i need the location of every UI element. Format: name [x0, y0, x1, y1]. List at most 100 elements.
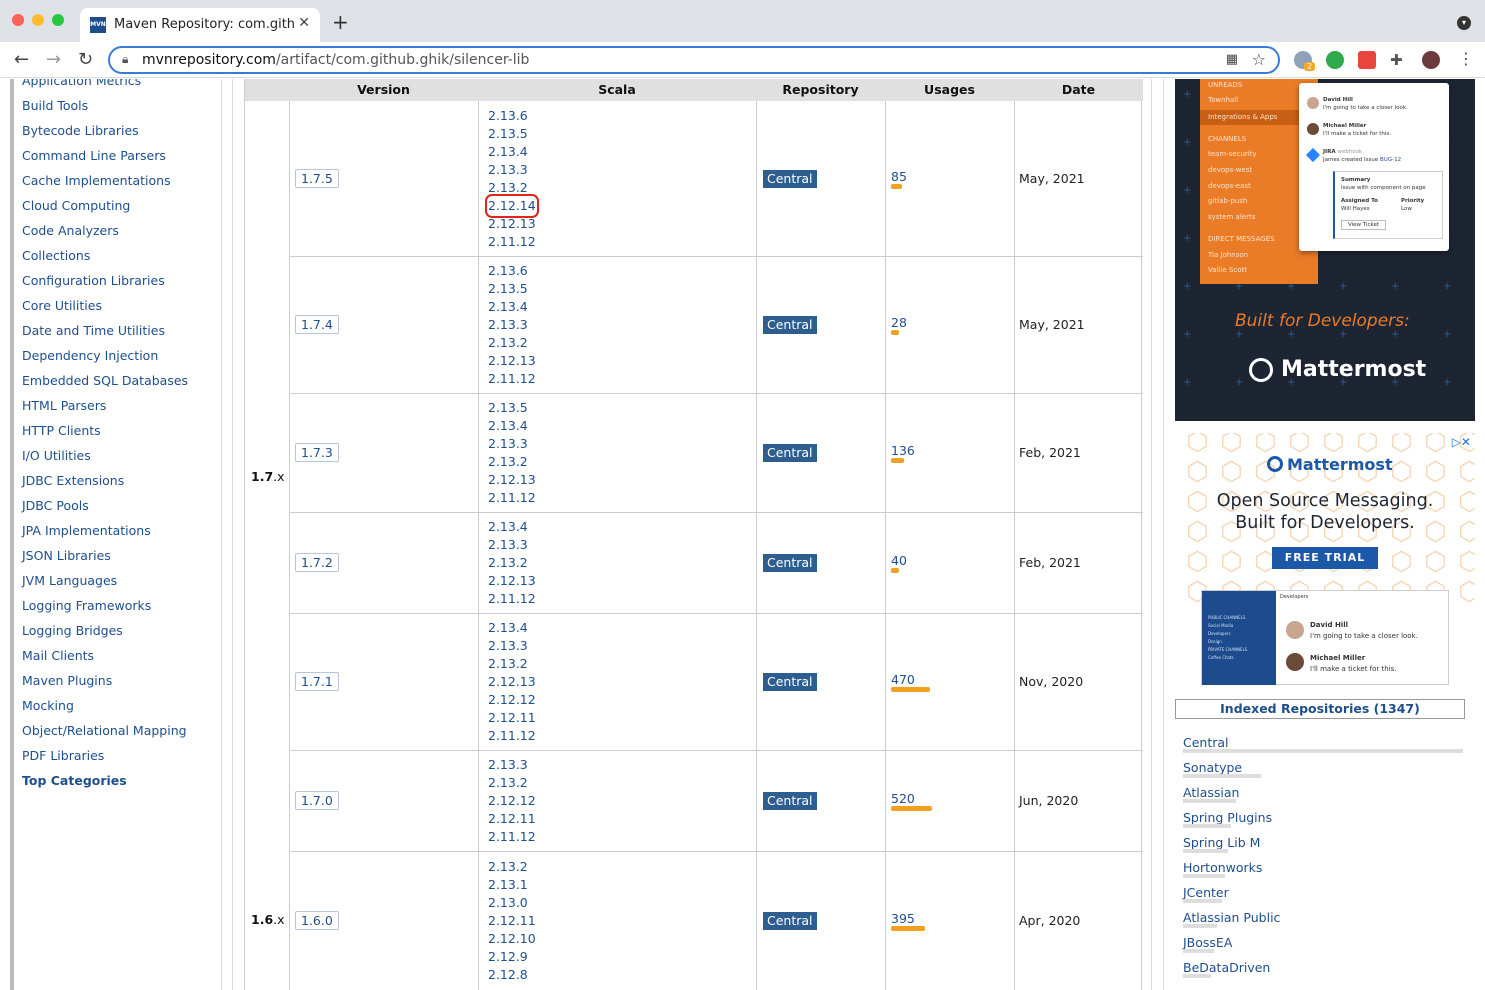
sidebar-item[interactable]: Collections [22, 248, 90, 263]
scala-version-link[interactable]: 2.13.2 [488, 655, 528, 673]
scala-version-link[interactable]: 2.13.3 [488, 637, 528, 655]
repository-link[interactable]: Spring Lib M [1183, 835, 1260, 850]
sidebar-item[interactable]: Command Line Parsers [22, 148, 166, 163]
sidebar-item[interactable]: Maven Plugins [22, 673, 112, 688]
scala-version-link[interactable]: 2.13.3 [488, 161, 528, 179]
scala-version-link[interactable]: 2.13.3 [488, 316, 528, 334]
evernote-extension-icon[interactable] [1326, 51, 1344, 69]
scala-version-link[interactable]: 2.11.12 [488, 489, 536, 507]
scala-version-link[interactable]: 2.13.4 [488, 518, 528, 536]
sidebar-item[interactable]: Configuration Libraries [22, 273, 165, 288]
usages-link[interactable]: 28 [891, 315, 907, 330]
usages-link[interactable]: 470 [891, 672, 915, 687]
repository-link[interactable]: Atlassian [1183, 785, 1239, 800]
repository-badge[interactable]: Central [763, 170, 817, 188]
repository-badge[interactable]: Central [763, 444, 817, 462]
scala-version-link[interactable]: 2.13.0 [488, 894, 528, 912]
scala-version-link[interactable]: 2.11.12 [488, 828, 536, 846]
version-link[interactable]: 1.7.3 [295, 443, 339, 462]
repository-link[interactable]: Spring Plugins [1183, 810, 1272, 825]
profile-avatar[interactable] [1422, 51, 1440, 69]
scala-version-link[interactable]: 2.13.4 [488, 298, 528, 316]
scala-version-link[interactable]: 2.13.3 [488, 435, 528, 453]
scala-version-link[interactable]: 2.12.9 [488, 948, 528, 966]
sidebar-item[interactable]: JPA Implementations [22, 523, 151, 538]
scala-version-link[interactable]: 2.12.8 [488, 966, 528, 984]
minimize-window-button[interactable] [32, 14, 44, 26]
sidebar-item[interactable]: Mail Clients [22, 648, 94, 663]
scala-version-link[interactable]: 2.12.13 [488, 471, 536, 489]
sidebar-item[interactable]: Bytecode Libraries [22, 123, 139, 138]
repository-badge[interactable]: Central [763, 912, 817, 930]
scala-version-link[interactable]: 2.11.12 [488, 727, 536, 745]
repository-link[interactable]: BeDataDriven [1183, 960, 1270, 975]
sidebar-item[interactable]: I/O Utilities [22, 448, 91, 463]
scala-version-link[interactable]: 2.12.13 [488, 673, 536, 691]
sidebar-item[interactable]: Cache Implementations [22, 173, 171, 188]
sidebar-item[interactable]: JVM Languages [22, 573, 117, 588]
scala-version-link[interactable]: 2.13.4 [488, 619, 528, 637]
repository-link[interactable]: JCenter [1183, 885, 1229, 900]
mattermost-ad-bottom[interactable]: ⬡ ⬡ ⬡ ⬡ ⬡ ⬡ ⬡ ⬡ ⬡ ⬡ ⬡ ⬡ ⬡ ⬡ ⬡ ⬡ ⬡ ⬡ ⬡ ⬡ ⬡ ⬡ ⬡ ⬡ ⬡ ⬡ ⬡ ⬡ ⬡ ⬡ ⬡ ⬡ ⬡ ⬡ ⬡ ⬡ ⬡ ⬡ ⬡ ⬡… [1175, 433, 1475, 685]
sidebar-item[interactable]: Build Tools [22, 98, 88, 113]
scala-version-link[interactable]: 2.13.1 [488, 876, 528, 894]
back-arrow-icon[interactable]: ← [14, 49, 29, 70]
sidebar-item[interactable]: PDF Libraries [22, 748, 104, 763]
version-link[interactable]: 1.7.4 [295, 315, 339, 334]
scala-version-link[interactable]: 2.11.12 [488, 233, 536, 251]
sidebar-item[interactable]: Cloud Computing [22, 198, 130, 213]
new-tab-icon[interactable]: + [332, 10, 349, 34]
puzzle-extensions-icon[interactable]: ✚ [1390, 51, 1408, 69]
version-link[interactable]: 1.7.5 [295, 169, 339, 188]
usages-link[interactable]: 136 [891, 443, 915, 458]
indexed-repositories-title[interactable]: Indexed Repositories (1347) [1175, 699, 1465, 719]
mattermost-ad-top[interactable]: ++++++++++++++++++++++++++++++++++++++++… [1175, 79, 1475, 421]
usages-link[interactable]: 40 [891, 553, 907, 568]
scala-version-link[interactable]: 2.13.2 [488, 858, 528, 876]
sidebar-item[interactable]: JSON Libraries [22, 548, 111, 563]
repository-link[interactable]: Sonatype [1183, 760, 1242, 775]
repository-link[interactable]: Central [1183, 735, 1229, 750]
sidebar-item[interactable]: Logging Frameworks [22, 598, 151, 613]
scala-version-link[interactable]: 2.13.2 [488, 453, 528, 471]
scala-version-link-highlighted[interactable]: 2.12.14 [485, 194, 539, 218]
scala-version-link[interactable]: 2.11.12 [488, 370, 536, 388]
sidebar-item[interactable]: Date and Time Utilities [22, 323, 165, 338]
repository-link[interactable]: Hortonworks [1183, 860, 1262, 875]
scala-version-link[interactable]: 2.13.5 [488, 399, 528, 417]
repository-badge[interactable]: Central [763, 316, 817, 334]
scala-version-link[interactable]: 2.12.13 [488, 215, 536, 233]
sidebar-item[interactable]: Object/Relational Mapping [22, 723, 187, 738]
sidebar-item[interactable]: Logging Bridges [22, 623, 123, 638]
reload-icon[interactable]: ↻ [78, 49, 93, 70]
scala-version-link[interactable]: 2.13.5 [488, 125, 528, 143]
scala-version-link[interactable]: 2.12.12 [488, 792, 536, 810]
sidebar-item[interactable]: JDBC Extensions [22, 473, 124, 488]
tab-search-icon[interactable]: ▾ [1457, 16, 1471, 30]
sidebar-item[interactable]: Core Utilities [22, 298, 102, 313]
scala-version-link[interactable]: 2.13.4 [488, 417, 528, 435]
sidebar-item[interactable]: HTML Parsers [22, 398, 106, 413]
zoom-window-button[interactable] [52, 14, 64, 26]
sidebar-item[interactable]: JDBC Pools [22, 498, 89, 513]
sidebar-item[interactable]: Application Metrics [22, 79, 141, 88]
scala-version-link[interactable]: 2.13.3 [488, 756, 528, 774]
scala-version-link[interactable]: 2.12.12 [488, 691, 536, 709]
usages-link[interactable]: 520 [891, 791, 915, 806]
version-link[interactable]: 1.7.0 [295, 791, 339, 810]
sidebar-item[interactable]: Mocking [22, 698, 74, 713]
bookmark-star-icon[interactable]: ☆ [1252, 50, 1266, 69]
version-link[interactable]: 1.7.2 [295, 553, 339, 572]
scala-version-link[interactable]: 2.12.13 [488, 572, 536, 590]
scala-version-link[interactable]: 2.13.2 [488, 334, 528, 352]
scala-version-link[interactable]: 2.12.11 [488, 810, 536, 828]
version-link[interactable]: 1.7.1 [295, 672, 339, 691]
sidebar-item[interactable]: Dependency Injection [22, 348, 158, 363]
browser-menu-icon[interactable]: ⋮ [1458, 49, 1474, 68]
adchoices-icon[interactable]: ▷✕ [1452, 435, 1471, 449]
version-link[interactable]: 1.6.0 [295, 911, 339, 930]
scala-version-link[interactable]: 2.13.3 [488, 536, 528, 554]
scala-version-link[interactable]: 2.13.5 [488, 280, 528, 298]
scala-version-link[interactable]: 2.12.13 [488, 352, 536, 370]
scala-version-link[interactable]: 2.12.10 [488, 930, 536, 948]
